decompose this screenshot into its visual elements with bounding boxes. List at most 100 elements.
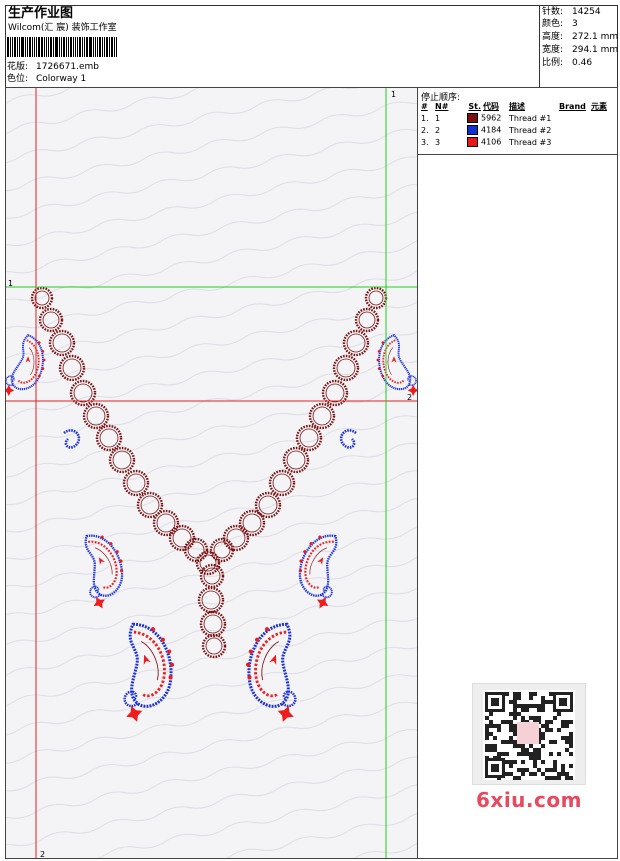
qr-module [569,736,573,740]
qr-module [545,720,549,724]
qr-module [513,776,517,780]
qr-module [521,772,525,776]
qr-module [541,744,545,748]
qr-finder-core [491,764,499,772]
qr-module [529,716,533,720]
qr-module [497,728,501,732]
qr-module [513,704,517,708]
col-brand: Brand [559,102,586,111]
qr-module [557,776,561,780]
qr-module [549,692,553,696]
barcode-bar [59,37,60,57]
barcode-bar [97,37,98,57]
qr-module [569,776,573,780]
qr-module [525,768,529,772]
qr-module [489,748,493,752]
qr-module [537,756,541,760]
qr-module [541,724,545,728]
qr-module [509,720,513,724]
barcode-bar [61,37,62,57]
qr-module [529,756,533,760]
qr-module [509,724,513,728]
qr-module [497,752,501,756]
qr-module [541,760,545,764]
barcode-bar [89,37,92,57]
qr-module [517,768,521,772]
qr-module [565,724,569,728]
qr-module [545,728,549,732]
qr-module [513,744,517,748]
barcode-bar [79,37,81,57]
qr-module [517,704,521,708]
qr-module [509,712,513,716]
barcode-bar [12,37,13,57]
guide-label-bottom: 2 [40,850,45,859]
qr-module [553,764,557,768]
qr-module [541,696,545,700]
barcode-bar [53,37,54,57]
qr-module [509,772,513,776]
design-canvas[interactable]: 1 2 1 2 [5,87,418,859]
row-n: 3 [435,137,441,147]
row-num: 2. [421,125,429,135]
paisley-dot-red [381,374,385,378]
qr-module [525,704,529,708]
barcode [7,37,140,57]
qr-finder-core [559,698,567,706]
qr-module [485,736,489,740]
qr-module [557,712,561,716]
barcode-bar [102,37,103,57]
qr-module [513,728,517,732]
qr-module [533,772,537,776]
qr-module [493,736,497,740]
qr-code-icon [472,683,586,785]
thread-swatch [467,137,478,147]
page-title: 生产作业图 [8,6,74,21]
qr-module [537,704,541,708]
table-row[interactable]: 1. 1 5962 Thread #1 [420,112,614,124]
barcode-bar [86,37,88,57]
qr-module [513,696,517,700]
qr-module [549,776,553,780]
paisley-dot-red [37,341,41,345]
table-row[interactable]: 3. 3 4106 Thread #3 [420,136,614,148]
row-desc: Thread #3 [509,137,552,147]
qr-module [553,716,557,720]
qr-module [553,776,557,780]
qr-module [541,700,545,704]
qr-module [489,724,493,728]
qr-module [529,696,533,700]
qr-module [501,740,505,744]
qr-module [513,716,517,720]
paisley-dot-red [41,349,45,353]
qr-module [561,720,565,724]
scale-value: 0.46 [572,58,593,68]
barcode-bar [66,37,67,57]
studio-name: Wilcom(汇 宸) 装饰工作室 [8,23,117,33]
row-code: 4106 [481,137,502,147]
qr-module [565,736,569,740]
row-code-cell: 4184 [466,124,508,136]
qr-module [513,724,517,728]
qr-module [485,748,489,752]
guide-label-left: 1 [8,279,13,288]
qr-module [521,704,525,708]
row-num: 1. [421,113,429,123]
width-value: 294.1 mm [572,45,619,55]
qr-module [545,700,549,704]
thread-swatch [467,125,478,135]
barcode-bar [19,37,20,57]
colorway-value: Colorway 1 [36,74,87,84]
barcode-bar [48,37,49,57]
qr-module [561,736,565,740]
qr-module [525,752,529,756]
qr-module [565,776,569,780]
qr-module [533,760,537,764]
qr-module [529,692,533,696]
qr-module [509,764,513,768]
qr-module [489,732,493,736]
row-code: 4184 [481,125,502,135]
table-row[interactable]: 2. 2 4184 Thread #2 [420,124,614,136]
row-desc: Thread #1 [509,113,552,123]
qr-module [513,760,517,764]
